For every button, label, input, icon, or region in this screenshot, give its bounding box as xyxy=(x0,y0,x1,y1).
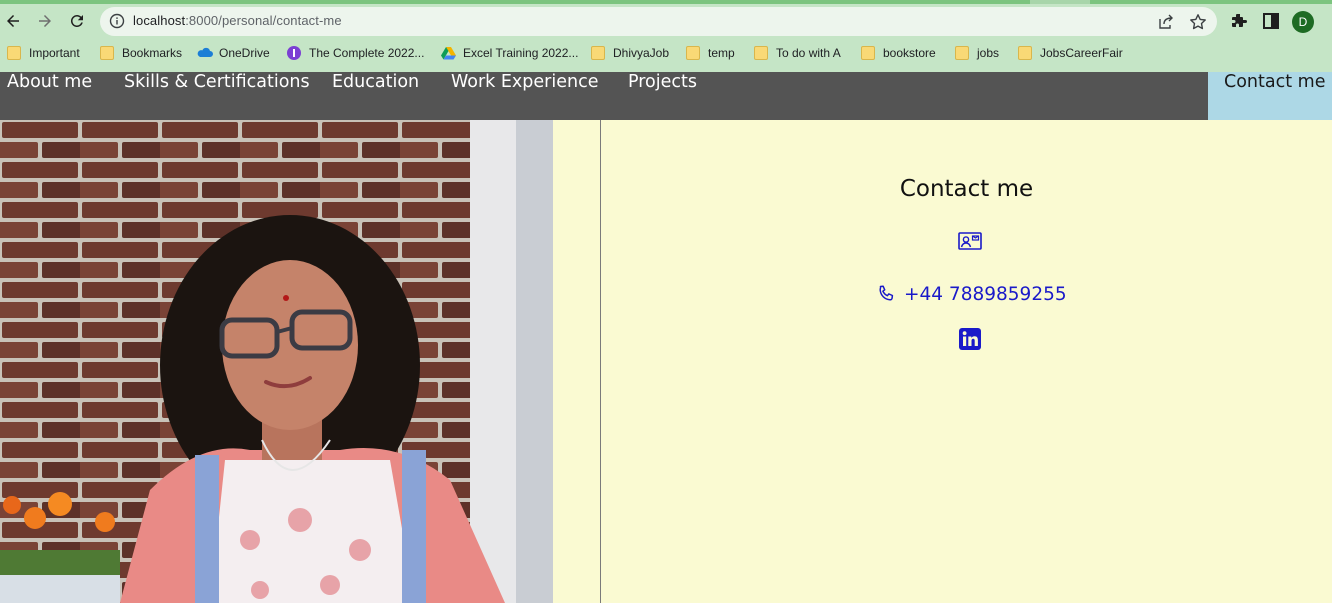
side-panel-icon[interactable] xyxy=(1262,12,1280,30)
nav-contact-me[interactable]: Contact me xyxy=(1208,72,1332,120)
bookmark-4[interactable]: Excel Training 2022... xyxy=(441,45,578,61)
nav-work-experience[interactable]: Work Experience xyxy=(451,72,598,120)
folder-icon xyxy=(686,46,700,60)
bookmark-7[interactable]: To do with A xyxy=(754,45,841,61)
folder-icon xyxy=(7,46,21,60)
bookmark-6[interactable]: temp xyxy=(686,45,735,61)
url-path: :8000/personal/contact-me xyxy=(185,13,342,28)
bookmark-10[interactable]: JobsCareerFair xyxy=(1018,45,1123,61)
phone-link[interactable]: +44 7889859255 xyxy=(876,280,1067,308)
bookmark-3[interactable]: The Complete 2022... xyxy=(287,45,424,61)
address-bar[interactable]: localhost:8000/personal/contact-me xyxy=(100,7,1217,36)
url-host: localhost xyxy=(133,13,186,28)
onedrive-icon xyxy=(197,46,213,60)
nav-education[interactable]: Education xyxy=(332,72,419,120)
url-text: localhost:8000/personal/contact-me xyxy=(133,13,342,28)
bookmark-label: bookstore xyxy=(883,46,936,60)
linkedin-icon[interactable] xyxy=(959,328,981,350)
bookmark-label: OneDrive xyxy=(219,46,270,60)
share-icon[interactable] xyxy=(1157,13,1175,31)
profile-photo xyxy=(0,120,553,603)
phone-icon xyxy=(879,285,894,301)
nav-about-me[interactable]: About me xyxy=(7,72,92,120)
nav-skills-certifications[interactable]: Skills & Certifications xyxy=(124,72,310,120)
page-title: Contact me xyxy=(899,176,1034,202)
bookmark-2[interactable]: OneDrive xyxy=(197,45,270,61)
reload-icon[interactable] xyxy=(64,8,90,34)
folder-icon xyxy=(100,46,114,60)
forward-icon[interactable] xyxy=(32,8,58,34)
browser-toolbar: localhost:8000/personal/contact-me D xyxy=(0,4,1332,38)
phone-number: +44 7889859255 xyxy=(904,283,1067,305)
profile-avatar[interactable]: D xyxy=(1292,11,1314,33)
back-icon[interactable] xyxy=(0,8,26,34)
purple-circle-icon xyxy=(287,46,301,60)
bookmark-label: DhivyaJob xyxy=(613,46,670,60)
extensions-icon[interactable] xyxy=(1230,12,1248,30)
browser-chrome: localhost:8000/personal/contact-me D Imp… xyxy=(0,0,1332,72)
bookmark-0[interactable]: Important xyxy=(7,45,80,61)
bookmark-label: Bookmarks xyxy=(122,46,183,60)
bookmark-label: Excel Training 2022... xyxy=(463,46,579,60)
info-icon[interactable] xyxy=(109,13,125,29)
bookmark-label: jobs xyxy=(977,46,1000,60)
folder-icon xyxy=(861,46,875,60)
bookmark-label: temp xyxy=(708,46,735,60)
folder-icon xyxy=(1018,46,1032,60)
folder-icon xyxy=(955,46,969,60)
site-nav: About me Skills & Certifications Educati… xyxy=(0,72,1332,120)
contact-card-icon[interactable] xyxy=(958,232,982,250)
bookmark-label: JobsCareerFair xyxy=(1040,46,1123,60)
bookmark-5[interactable]: DhivyaJob xyxy=(591,45,669,61)
google-drive-icon xyxy=(441,46,456,60)
bookmark-label: Important xyxy=(29,46,80,60)
folder-icon xyxy=(591,46,605,60)
bookmarks-bar: Important Bookmarks OneDrive The Complete 2… xyxy=(0,40,1332,66)
bookmark-label: To do with A xyxy=(776,46,841,60)
folder-icon xyxy=(754,46,768,60)
nav-projects[interactable]: Projects xyxy=(628,72,697,120)
bookmark-1[interactable]: Bookmarks xyxy=(100,45,182,61)
bookmark-8[interactable]: bookstore xyxy=(861,45,936,61)
bookmark-9[interactable]: jobs xyxy=(955,45,999,61)
bookmark-label: The Complete 2022... xyxy=(309,46,425,60)
star-icon[interactable] xyxy=(1189,13,1207,31)
